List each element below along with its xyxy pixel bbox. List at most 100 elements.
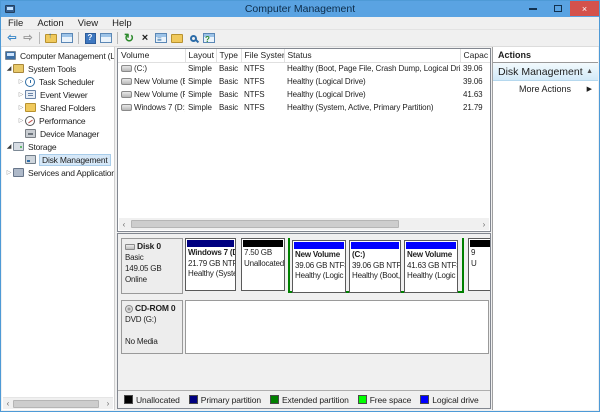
drive-icon [121, 78, 132, 85]
menu-action[interactable]: Action [30, 18, 70, 29]
column-header-file-system[interactable]: File System [241, 49, 284, 62]
help-window-icon: ? [203, 33, 215, 43]
refresh-button[interactable]: ↻ [121, 31, 137, 46]
show-console-tree-button[interactable] [98, 31, 114, 46]
scroll-right-icon[interactable]: › [103, 399, 113, 408]
refresh-icon: ↻ [124, 32, 134, 44]
menu-help[interactable]: Help [105, 18, 139, 29]
volume-row-d[interactable]: Windows 7 (D:) Simple Basic NTFS Healthy… [118, 101, 491, 114]
scrollbar-thumb[interactable] [13, 400, 99, 408]
back-button[interactable]: ⇦ [4, 31, 20, 46]
partition-new-volume-f[interactable]: New Volume 41.63 GB NTFS Healthy (Logic [404, 240, 458, 293]
extended-partition-box: New Volume 39.06 GB NTFS Healthy (Logic … [288, 238, 464, 293]
drive-icon [121, 65, 132, 72]
more-actions-item[interactable]: More Actions ▶ [493, 81, 598, 97]
drive-icon [121, 104, 132, 111]
console-tree-panel: Computer Management (Local ◢ System Tool… [2, 47, 115, 410]
tree-item-device-manager[interactable]: Device Manager [2, 127, 114, 140]
console-tree-icon [100, 33, 112, 43]
delete-button[interactable]: × [137, 31, 153, 46]
disk-legend: Unallocated Primary partition Extended p… [118, 390, 490, 408]
tree-item-system-tools[interactable]: ◢ System Tools [2, 62, 114, 75]
services-icon [13, 168, 24, 177]
partition-c[interactable]: (C:) 39.06 GB NTFS Healthy (Boot, I [349, 240, 401, 293]
partition-unallocated-2[interactable]: 9 U [468, 238, 490, 291]
volume-row-c[interactable]: (C:) Simple Basic NTFS Healthy (Boot, Pa… [118, 62, 491, 75]
menu-file[interactable]: File [1, 18, 30, 29]
free-space-color-swatch [358, 395, 367, 404]
window-title: Computer Management [1, 3, 599, 15]
collapse-icon[interactable]: ◢ [5, 65, 13, 72]
console-window-button[interactable] [59, 31, 75, 46]
expand-icon[interactable]: ▷ [17, 91, 25, 98]
tree-item-computer-management[interactable]: Computer Management (Local [2, 49, 114, 62]
logical-drive-bar [351, 242, 399, 249]
tree-horizontal-scrollbar[interactable]: ‹ › [3, 397, 113, 409]
open-button[interactable] [169, 31, 185, 46]
tree-item-disk-management[interactable]: Disk Management [2, 153, 114, 166]
cdrom-media-area[interactable] [185, 300, 489, 354]
computer-icon [5, 51, 16, 60]
properties-button[interactable]: ≡ [153, 31, 169, 46]
primary-color-swatch [189, 395, 198, 404]
scrollbar-thumb[interactable] [131, 220, 399, 228]
unallocated-bar [243, 240, 283, 247]
system-tools-icon [13, 64, 24, 73]
collapse-icon[interactable]: ◢ [5, 143, 13, 150]
extended-color-swatch [270, 395, 279, 404]
storage-icon [13, 142, 24, 151]
volume-list-horizontal-scrollbar[interactable]: ‹ › [119, 218, 489, 230]
disk0-label[interactable]: Disk 0 Basic 149.05 GB Online [121, 238, 183, 294]
task-scheduler-icon [25, 77, 35, 87]
scroll-right-icon[interactable]: › [479, 220, 489, 229]
up-one-level-button[interactable]: ↑ [43, 31, 59, 46]
expand-icon[interactable]: ▷ [17, 117, 25, 124]
menu-view[interactable]: View [71, 18, 105, 29]
computer-management-window: Computer Management × File Action View H… [0, 0, 600, 412]
expand-icon[interactable]: ▷ [5, 169, 13, 176]
help-topics-button[interactable]: ? [201, 31, 217, 46]
toolbar-separator [78, 32, 79, 44]
toolbar: ⇦ ⇨ ↑ ? ↻ × ≡ ? [1, 30, 599, 47]
expand-icon[interactable]: ▷ [17, 104, 25, 111]
logical-color-swatch [420, 395, 429, 404]
disk-management-icon [25, 155, 36, 164]
volume-list-panel: Volume Layout Type File System Status Ca… [117, 48, 491, 232]
volume-row-f[interactable]: New Volume (F:) Simple Basic NTFS Health… [118, 88, 491, 101]
main-area: Computer Management (Local ◢ System Tool… [2, 47, 598, 410]
properties-icon: ≡ [155, 33, 167, 43]
forward-button[interactable]: ⇨ [20, 31, 36, 46]
help-button[interactable]: ? [82, 31, 98, 46]
tree-item-storage[interactable]: ◢ Storage [2, 140, 114, 153]
disk0-partition-area: Windows 7 (D 21.79 GB NTFS Healthy (Syst… [185, 238, 490, 293]
console-window-icon [61, 33, 73, 43]
tree-item-event-viewer[interactable]: ▷ Event Viewer [2, 88, 114, 101]
primary-partition-bar [187, 240, 234, 247]
partition-windows7[interactable]: Windows 7 (D 21.79 GB NTFS Healthy (Syst… [185, 238, 236, 291]
tree-item-performance[interactable]: ▷ Performance [2, 114, 114, 127]
find-button[interactable] [185, 31, 201, 46]
column-header-status[interactable]: Status [284, 49, 460, 62]
column-header-volume[interactable]: Volume [118, 49, 185, 62]
tree-item-services-and-applications[interactable]: ▷ Services and Applications [2, 166, 114, 179]
cdrom-label[interactable]: CD-ROM 0 DVD (G:) No Media [121, 300, 183, 354]
column-header-type[interactable]: Type [216, 49, 241, 62]
tree-item-task-scheduler[interactable]: ▷ Task Scheduler [2, 75, 114, 88]
partition-unallocated[interactable]: 7.50 GB Unallocated [241, 238, 285, 291]
chevron-up-icon[interactable]: ▲ [586, 68, 593, 75]
partition-new-volume-e[interactable]: New Volume 39.06 GB NTFS Healthy (Logic [292, 240, 346, 293]
actions-panel: Actions Disk Management ▲ More Actions ▶ [492, 47, 598, 410]
tree-item-shared-folders[interactable]: ▷ Shared Folders [2, 101, 114, 114]
unallocated-bar [470, 240, 490, 247]
actions-group-disk-management[interactable]: Disk Management ▲ [493, 63, 598, 81]
volume-row-e[interactable]: New Volume (E:) Simple Basic NTFS Health… [118, 75, 491, 88]
drive-icon [121, 91, 132, 98]
expand-icon[interactable]: ▷ [17, 78, 25, 85]
column-header-layout[interactable]: Layout [185, 49, 216, 62]
scroll-left-icon[interactable]: ‹ [119, 220, 129, 229]
shared-folders-icon [25, 103, 36, 112]
scroll-left-icon[interactable]: ‹ [3, 399, 13, 408]
column-header-capacity[interactable]: Capac [460, 49, 491, 62]
open-folder-icon [171, 34, 183, 43]
delete-icon: × [142, 33, 148, 44]
